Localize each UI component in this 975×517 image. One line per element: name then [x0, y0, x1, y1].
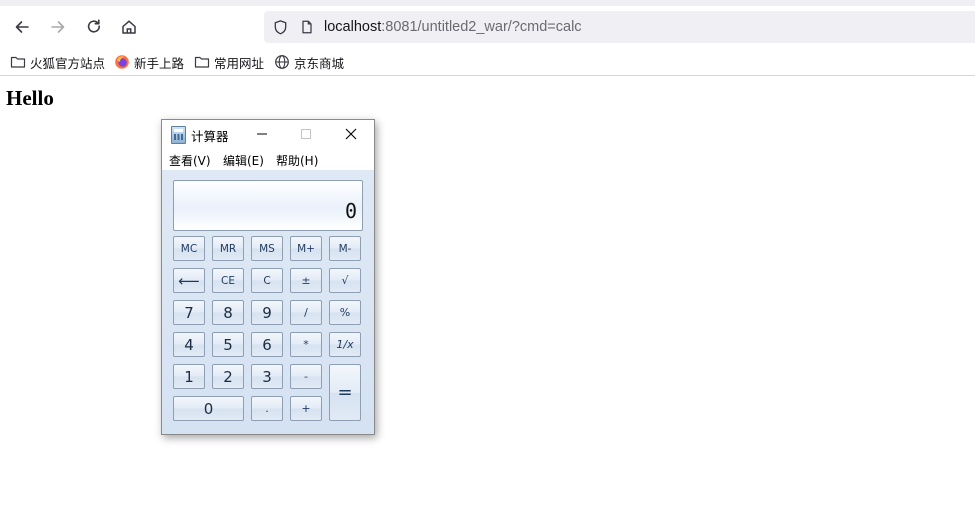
digit-2-button[interactable]: 2 [212, 364, 244, 389]
percent-button[interactable]: % [329, 300, 361, 325]
forward-button[interactable] [44, 13, 72, 41]
bookmark-getting-started[interactable]: 新手上路 [114, 52, 184, 72]
shield-icon[interactable] [271, 18, 289, 36]
bookmark-label: 新手上路 [134, 55, 185, 71]
calculator-body: 0 MC MR MS M+ M- ⟵ CE C ± √ 7 8 9 / % 4 … [162, 170, 374, 434]
forward-icon [51, 21, 65, 33]
digit-0-button[interactable]: 0 [173, 396, 244, 421]
digit-5-button[interactable]: 5 [212, 332, 244, 357]
reload-button[interactable] [80, 13, 108, 41]
calculator-titlebar[interactable]: 计算器 [162, 120, 374, 148]
calculator-display: 0 [173, 180, 363, 231]
bookmark-firefox-official[interactable]: 火狐官方站点 [10, 52, 105, 72]
maximize-button[interactable] [284, 120, 328, 148]
reciprocal-button[interactable]: 1/x [329, 332, 361, 357]
display-value: 0 [344, 199, 357, 223]
clear-button[interactable]: C [251, 268, 283, 293]
calculator-menubar: 查看(V) 编辑(E) 帮助(H) [162, 148, 374, 170]
digit-6-button[interactable]: 6 [251, 332, 283, 357]
menu-edit[interactable]: 编辑(E) [223, 152, 264, 169]
plus-button[interactable]: + [290, 396, 322, 421]
bookmark-label: 京东商城 [294, 55, 345, 71]
decimal-button[interactable]: . [251, 396, 283, 421]
digit-7-button[interactable]: 7 [173, 300, 205, 325]
close-icon [345, 128, 357, 140]
close-button[interactable] [329, 120, 373, 148]
calculator-icon [171, 126, 186, 144]
url-path: :8081/untitled2_war/?cmd=calc [381, 19, 582, 35]
page-heading: Hello [6, 86, 54, 110]
menu-help[interactable]: 帮助(H) [276, 152, 318, 169]
back-button[interactable] [8, 13, 36, 41]
minimize-icon [257, 133, 267, 135]
m-minus-button[interactable]: M- [329, 236, 361, 261]
bookmark-jd-mall[interactable]: 京东商城 [274, 52, 344, 72]
bookmark-label: 常用网址 [214, 55, 265, 71]
url-text[interactable]: localhost:8081/untitled2_war/?cmd=calc [324, 19, 582, 35]
backspace-button[interactable]: ⟵ [173, 268, 205, 293]
bookmark-label: 火狐官方站点 [30, 55, 106, 71]
sqrt-button[interactable]: √ [329, 268, 361, 293]
multiply-button[interactable]: * [290, 332, 322, 357]
divide-button[interactable]: / [290, 300, 322, 325]
digit-4-button[interactable]: 4 [173, 332, 205, 357]
mc-button[interactable]: MC [173, 236, 205, 261]
calculator-window: 计算器 查看(V) 编辑(E) 帮助(H) 0 MC MR MS M+ M- ⟵… [161, 119, 375, 435]
globe-icon [275, 55, 289, 69]
reload-icon [87, 19, 101, 33]
url-bar[interactable]: localhost:8081/untitled2_war/?cmd=calc [264, 11, 975, 43]
mr-button[interactable]: MR [212, 236, 244, 261]
digit-1-button[interactable]: 1 [173, 364, 205, 389]
m-plus-button[interactable]: M+ [290, 236, 322, 261]
calculator-title: 计算器 [191, 129, 229, 144]
bookmark-common-sites[interactable]: 常用网址 [194, 52, 264, 72]
firefox-icon [115, 55, 129, 69]
folder-icon [194, 56, 210, 68]
plus-minus-button[interactable]: ± [290, 268, 322, 293]
digit-8-button[interactable]: 8 [212, 300, 244, 325]
back-icon [15, 21, 29, 33]
navigation-toolbar: localhost:8081/untitled2_war/?cmd=calc [0, 6, 975, 48]
digit-3-button[interactable]: 3 [251, 364, 283, 389]
home-icon [122, 20, 136, 34]
minus-button[interactable]: - [290, 364, 322, 389]
digit-9-button[interactable]: 9 [251, 300, 283, 325]
bookmarks-toolbar: 火狐官方站点 新手上路 常用网址 京东商城 [0, 48, 975, 76]
page-icon[interactable] [298, 18, 316, 36]
home-button[interactable] [115, 13, 143, 41]
url-host: localhost [324, 19, 382, 35]
minimize-button[interactable] [240, 120, 284, 148]
maximize-icon [301, 129, 311, 139]
equals-button[interactable]: = [329, 364, 361, 421]
menu-view[interactable]: 查看(V) [169, 152, 211, 169]
ms-button[interactable]: MS [251, 236, 283, 261]
folder-icon [10, 56, 26, 68]
ce-button[interactable]: CE [212, 268, 244, 293]
